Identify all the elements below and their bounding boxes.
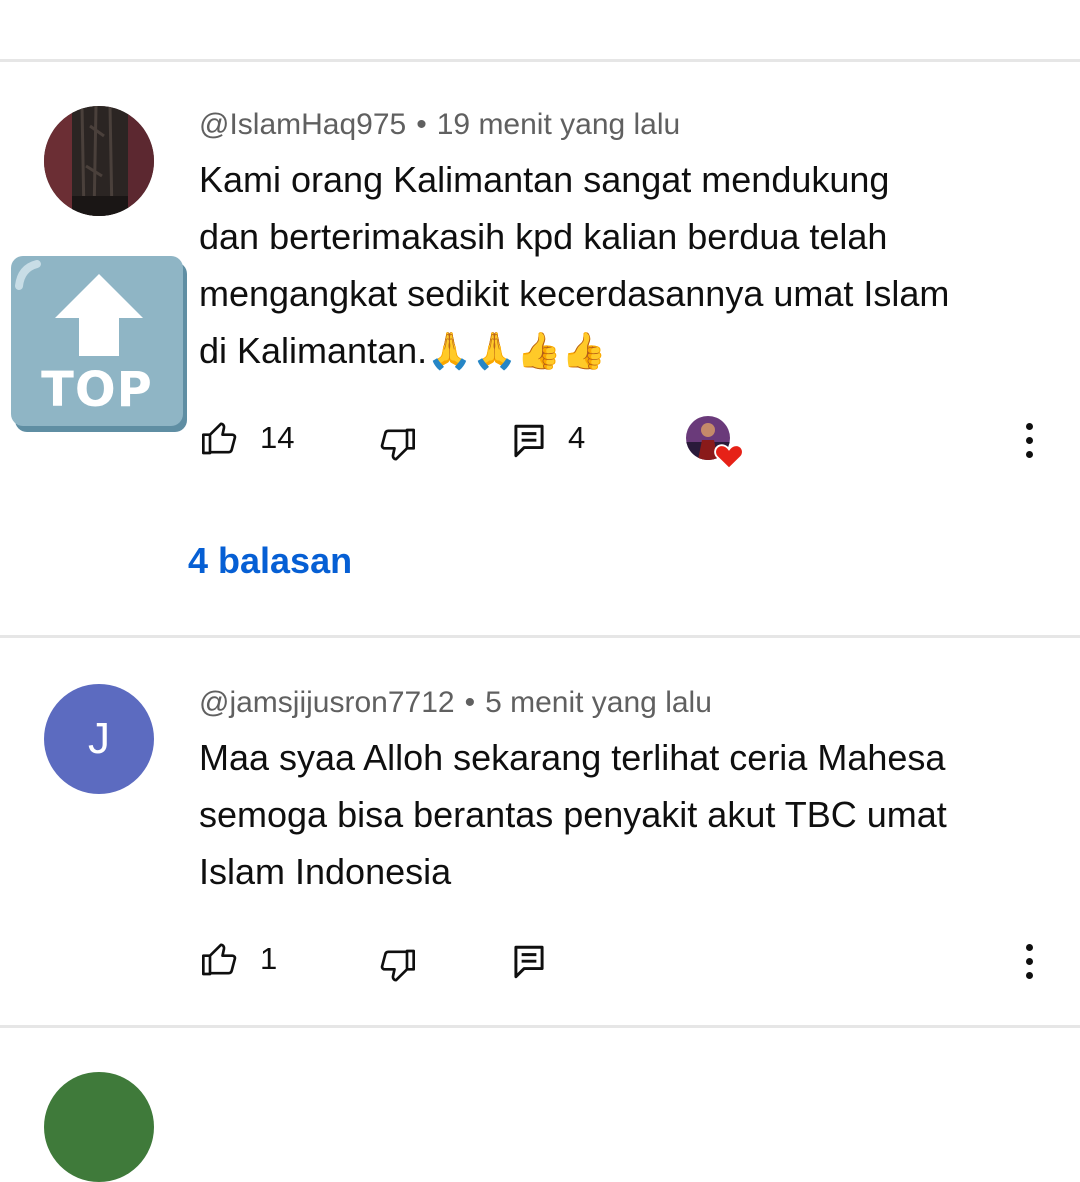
reply-icon[interactable] [512,423,546,459]
divider [0,59,1080,62]
reply-count: 4 [568,420,586,455]
divider [0,1025,1080,1028]
comment-line: Maa syaa Alloh sekarang terlihat ceria M… [199,737,946,778]
like-icon[interactable] [199,939,241,979]
heart-icon [714,444,744,470]
avatar[interactable]: J [44,684,154,794]
more-options-icon[interactable] [1019,944,1039,986]
like-count: 14 [260,420,295,455]
scroll-to-top-button[interactable]: TOP [11,256,187,432]
comment-text: Maa syaa Alloh sekarang terlihat ceria M… [199,729,1059,900]
replies-link[interactable]: 4 balasan [188,540,352,582]
comment-line: di Kalimantan.🙏🙏👍👍 [199,330,607,371]
comment-author[interactable]: @IslamHaq975 [199,108,406,141]
meta-separator: • [464,686,476,719]
top-label: TOP [41,362,153,418]
comment-meta: @jamsjijusron7712 • 5 menit yang lalu [199,686,712,720]
more-options-icon[interactable] [1019,423,1039,465]
comment-line: Islam Indonesia [199,851,452,892]
like-icon[interactable] [199,418,241,458]
creator-heart [686,416,746,472]
comment-meta: @IslamHaq975 • 19 menit yang lalu [199,108,680,142]
avatar[interactable] [44,106,154,216]
comment-line: semoga bisa berantas penyakit akut TBC u… [199,794,947,835]
comment-time[interactable]: 19 menit yang lalu [437,108,681,141]
dislike-icon[interactable] [376,425,418,465]
comment-text: Kami orang Kalimantan sangat mendukung d… [199,151,1059,379]
divider [0,635,1080,638]
comment-line: Kami orang Kalimantan sangat mendukung [199,159,890,200]
comment-author[interactable]: @jamsjijusron7712 [199,686,455,719]
dislike-icon[interactable] [376,946,418,986]
comment-line: dan berterimakasih kpd kalian berdua tel… [199,216,888,257]
avatar[interactable] [44,1072,154,1182]
comment-time[interactable]: 5 menit yang lalu [485,686,712,719]
reply-icon[interactable] [512,944,546,980]
meta-separator: • [416,108,427,141]
like-count: 1 [260,941,278,976]
comment-line: mengangkat sedikit kecerdasannya umat Is… [199,273,950,314]
avatar-letter: J [88,714,110,763]
